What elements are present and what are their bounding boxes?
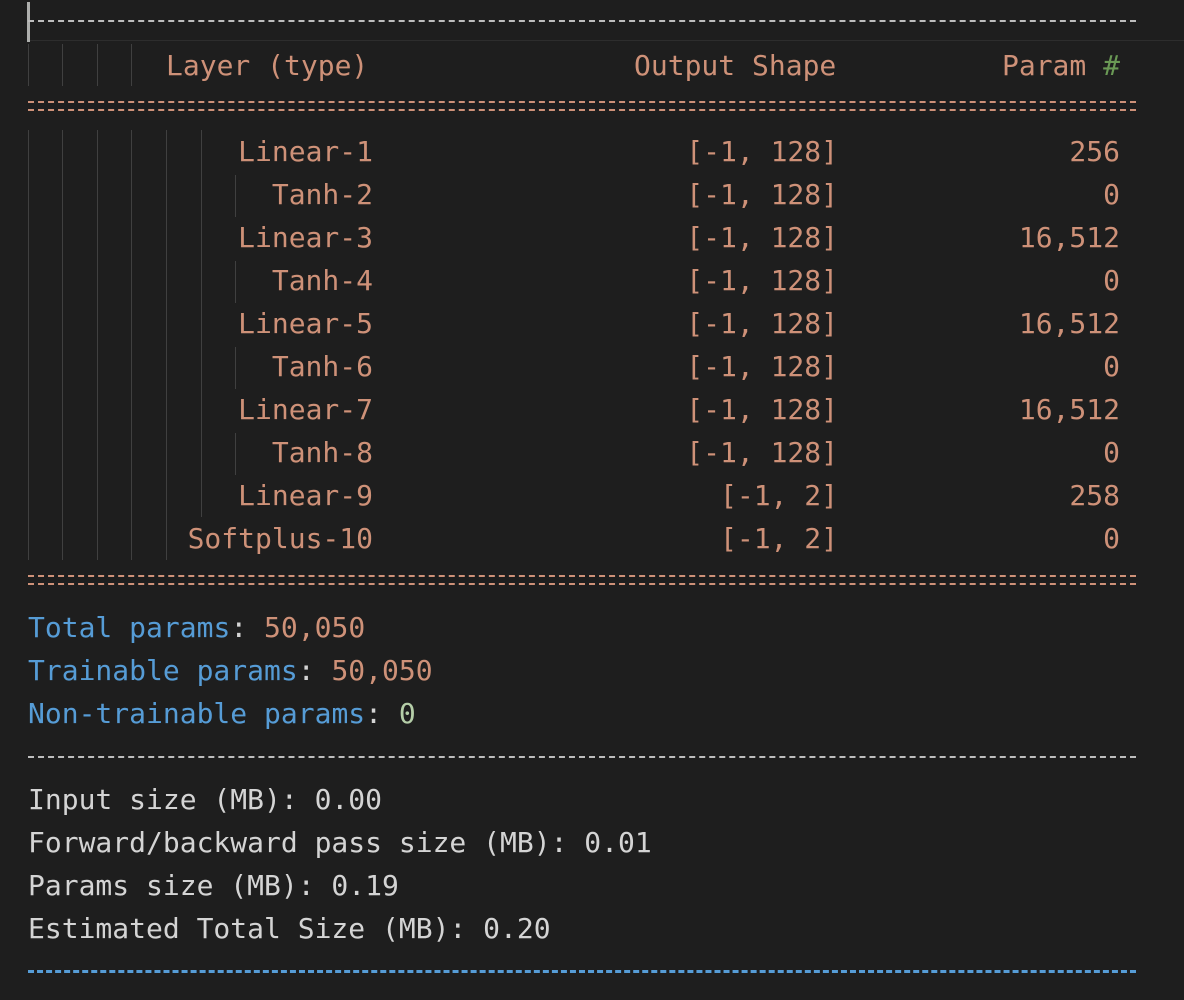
summary-dashed-rule: [28, 756, 1136, 758]
indent-guide: [28, 44, 29, 86]
total-params-value: 50,050: [264, 611, 366, 644]
trainable-params-key-word2: params: [196, 654, 298, 687]
header-output-shape: Output Shape: [634, 49, 837, 82]
indent-guide: [97, 130, 98, 560]
total-size-line: Estimated Total Size (MB): 0.20: [28, 912, 551, 945]
layer-name: Tanh-2: [271, 178, 373, 211]
layer-name: Linear-7: [238, 393, 373, 426]
layer-output-shape: [-1, 128]: [686, 393, 838, 426]
layer-output-shape: [-1, 128]: [686, 307, 838, 340]
layer-name: Tanh-6: [271, 350, 373, 383]
layer-name: Tanh-4: [271, 264, 373, 297]
layer-name: Linear-3: [238, 221, 373, 254]
total-params-key-word2: params: [129, 611, 231, 644]
layer-param-count: 16,512: [1018, 393, 1120, 426]
layer-param-count: 258: [1069, 479, 1120, 512]
indent-guide: [62, 130, 63, 560]
header-param-hash: #: [1103, 49, 1120, 82]
non-trainable-params-key-word2: params: [264, 697, 366, 730]
layer-name: Linear-1: [238, 135, 373, 168]
layer-param-count: 256: [1069, 135, 1120, 168]
layer-param-count: 16,512: [1018, 307, 1120, 340]
total-params-line: Total params: 50,050: [28, 611, 366, 644]
layer-param-count: 0: [1103, 522, 1120, 555]
indent-guide: [62, 44, 63, 86]
total-params-key-word1: Total: [28, 611, 113, 644]
top-dashed-rule: [28, 20, 1136, 22]
layer-name: Softplus-10: [187, 522, 373, 555]
header-double-rule: [28, 101, 1136, 111]
layer-output-shape: [-1, 128]: [686, 221, 838, 254]
indent-guide: [235, 261, 236, 303]
header-layer-type: Layer (type): [166, 49, 369, 82]
layer-name: Tanh-8: [271, 436, 373, 469]
layer-param-count: 0: [1103, 436, 1120, 469]
layer-name: Linear-5: [238, 307, 373, 340]
header-param-label: Param: [1001, 49, 1087, 82]
layer-output-shape: [-1, 128]: [686, 350, 838, 383]
indent-guide: [166, 130, 167, 560]
layer-output-shape: [-1, 2]: [719, 522, 838, 555]
layer-name: Linear-9: [238, 479, 373, 512]
trainable-params-line: Trainable params: 50,050: [28, 654, 433, 687]
layer-output-shape: [-1, 128]: [686, 135, 838, 168]
trainable-params-key-word1: Trainable: [28, 654, 180, 687]
indent-guide: [131, 44, 132, 86]
input-size-line: Input size (MB): 0.00: [28, 783, 383, 816]
layer-output-shape: [-1, 128]: [686, 178, 838, 211]
bottom-dashed-rule: [28, 970, 1136, 973]
layer-param-count: 0: [1103, 264, 1120, 297]
indent-guide: [235, 433, 236, 475]
indent-guide: [201, 130, 202, 517]
layer-param-count: 0: [1103, 350, 1120, 383]
layer-param-count: 16,512: [1018, 221, 1120, 254]
params-size-line: Params size (MB): 0.19: [28, 869, 399, 902]
indent-guide: [235, 175, 236, 217]
header-param-count: Param #: [1002, 44, 1120, 87]
trainable-params-value: 50,050: [331, 654, 433, 687]
layer-output-shape: [-1, 128]: [686, 264, 838, 297]
layer-param-count: 0: [1103, 178, 1120, 211]
layer-output-shape: [-1, 128]: [686, 436, 838, 469]
non-trainable-params-value: 0: [398, 697, 416, 730]
indent-guide: [97, 44, 98, 86]
pass-size-line: Forward/backward pass size (MB): 0.01: [28, 826, 652, 859]
text-cursor: [27, 2, 30, 42]
non-trainable-params-line: Non-trainable params: 0: [28, 697, 416, 730]
table-double-rule: [28, 575, 1136, 585]
indent-guide: [235, 347, 236, 389]
non-trainable-params-key-word1: Non-trainable: [28, 697, 248, 730]
layer-output-shape: [-1, 2]: [719, 479, 838, 512]
indent-guide: [28, 130, 29, 560]
indent-guide: [131, 130, 132, 560]
